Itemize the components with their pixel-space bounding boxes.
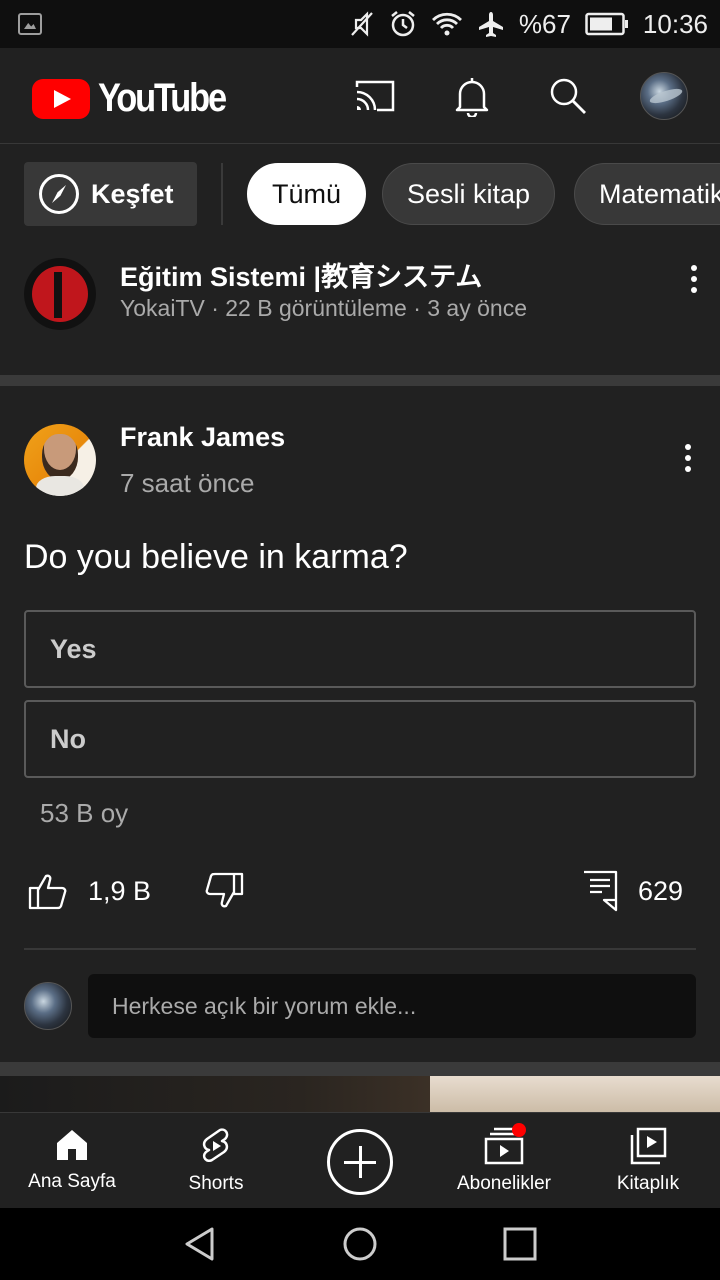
section-separator [0,375,720,386]
app-header: YouTube [0,48,720,144]
create-button[interactable] [327,1129,393,1195]
search-icon [550,78,586,114]
airplane-mode-icon [478,12,503,37]
video-title[interactable]: Eğitim Sistemi |教育システム [120,255,482,294]
video-more-button[interactable] [679,259,709,299]
home-circle-icon[interactable] [342,1226,378,1262]
post-time: 7 saat önce [120,468,255,498]
like-count: 1,9 B [88,875,152,906]
library-icon [630,1127,667,1165]
youtube-play-icon [32,78,90,119]
post-divider [24,948,696,950]
nav-subscriptions-label: Abonelikler [457,1173,551,1194]
bottom-navigation: Ana Sayfa Shorts Abonelikler Kitaplık [0,1112,720,1208]
nav-library-label: Kitaplık [616,1173,680,1194]
dislike-button[interactable] [204,872,244,910]
nav-home-label: Ana Sayfa [28,1171,116,1192]
comment-input[interactable]: Herkese açık bir yorum ekle... [88,974,696,1038]
chip-divider [221,163,223,225]
nav-shorts-label: Shorts [188,1173,244,1194]
chip-math[interactable]: Matematik [574,163,720,225]
battery-icon [585,12,628,36]
nav-library[interactable]: Kitaplık [576,1113,720,1209]
next-video-thumbnail[interactable] [0,1076,720,1116]
logo-text: YouTube [98,76,227,120]
thumbs-down-icon [205,872,244,908]
nav-shorts[interactable]: Shorts [144,1113,288,1209]
explore-label: Keşfet [91,178,174,209]
thumbs-up-icon [28,874,67,910]
video-item[interactable]: Eğitim Sistemi |教育システム YokaiTV · 22 B gö… [0,243,720,375]
gallery-notification-icon [18,13,42,35]
video-meta: YokaiTV · 22 B görüntüleme · 3 ay önce [120,295,527,321]
youtube-logo[interactable]: YouTube [32,76,246,121]
account-avatar[interactable] [640,72,688,120]
back-icon[interactable] [182,1226,218,1262]
mute-icon [351,11,373,37]
more-vert-icon [685,444,691,450]
bell-icon [455,78,489,117]
search-button[interactable] [545,73,591,119]
more-vert-icon [691,265,697,271]
poll-question: Do you believe in karma? [24,538,408,576]
chip-audiobook[interactable]: Sesli kitap [382,163,556,225]
cast-button[interactable] [352,73,398,119]
nav-home[interactable]: Ana Sayfa [0,1113,144,1209]
compass-icon [39,174,79,214]
clock: 10:36 [642,8,708,39]
poll-option-no[interactable]: No [24,700,696,778]
post-author[interactable]: Frank James [120,422,285,453]
poll-vote-count: 53 B oy [40,798,129,828]
status-bar: %67 10:36 [0,0,720,48]
home-icon [57,1130,87,1160]
commenter-avatar [24,982,72,1030]
explore-button[interactable]: Keşfet [24,162,197,226]
notifications-button[interactable] [449,73,495,119]
post-author-avatar[interactable] [24,424,96,496]
section-separator [0,1062,720,1076]
wifi-icon [431,12,462,36]
category-chips: Keşfet Tümü Sesli kitap Matematik [0,145,720,243]
comment-count: 629 [638,875,684,906]
recents-icon[interactable] [502,1226,538,1262]
alarm-icon [391,11,415,37]
battery-percent: %67 [518,8,571,39]
cast-icon [355,80,395,112]
shorts-icon [202,1128,229,1162]
post-more-button[interactable] [673,438,703,478]
channel-avatar[interactable] [24,258,96,330]
poll-option-yes[interactable]: Yes [24,610,696,688]
comment-icon [584,870,618,912]
nav-subscriptions[interactable]: Abonelikler [432,1113,576,1209]
system-navigation-bar [0,1208,720,1280]
comments-button[interactable]: 629 [582,870,683,912]
new-content-badge [512,1123,526,1137]
like-button[interactable]: 1,9 B [28,872,151,910]
chip-all[interactable]: Tümü [247,163,367,225]
